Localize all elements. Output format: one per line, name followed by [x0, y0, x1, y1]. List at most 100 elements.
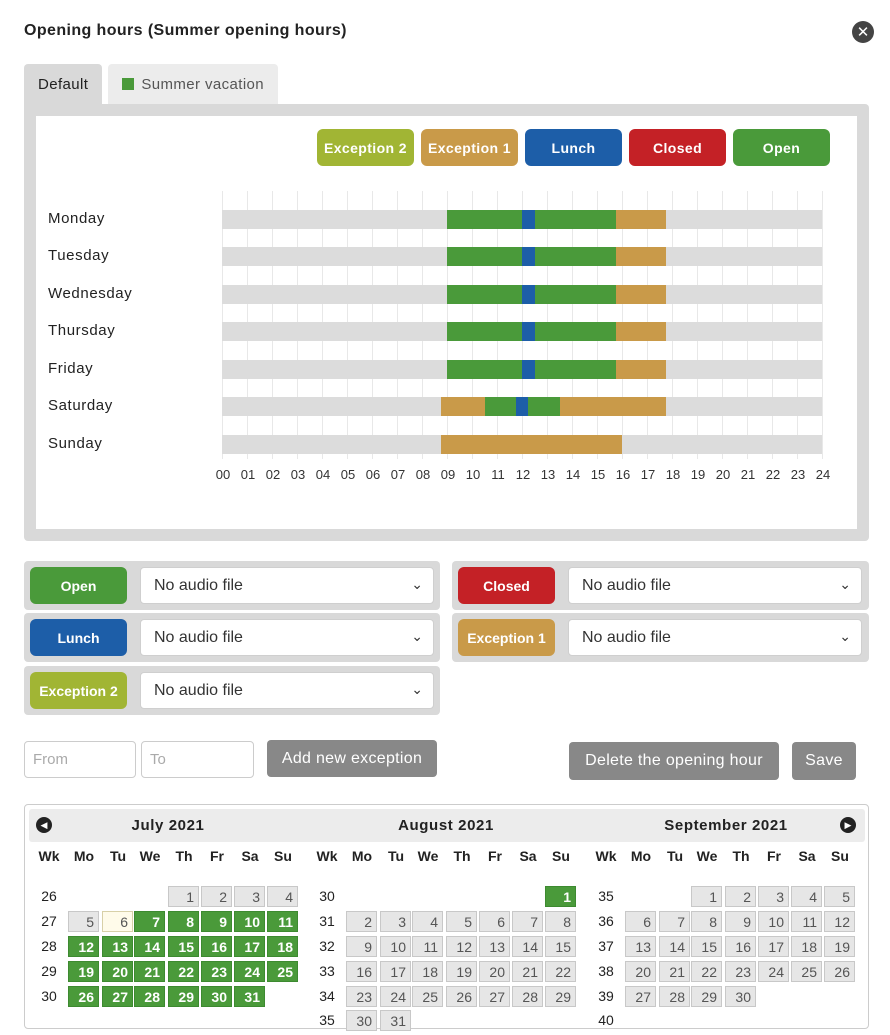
segment-lunch[interactable] [522, 247, 535, 266]
segment-open[interactable] [528, 397, 560, 416]
calendar-day[interactable]: 23 [201, 961, 232, 982]
calendar-day[interactable]: 25 [791, 961, 822, 982]
prev-month-icon[interactable]: ◀ [36, 817, 52, 833]
calendar-day[interactable]: 5 [68, 911, 99, 932]
calendar-day[interactable]: 29 [545, 986, 576, 1007]
calendar-day[interactable]: 28 [512, 986, 543, 1007]
tab-summer-vacation[interactable]: Summer vacation [108, 64, 279, 104]
segment-open[interactable] [447, 360, 522, 379]
audio-file-select[interactable]: No audio file ⌄ [568, 567, 862, 604]
calendar-day[interactable]: 4 [267, 886, 298, 907]
calendar-day[interactable]: 19 [824, 936, 855, 957]
legend-lunch-button[interactable]: Lunch [525, 129, 622, 166]
calendar-day[interactable]: 15 [691, 936, 722, 957]
calendar-day[interactable]: 26 [824, 961, 855, 982]
calendar-day[interactable]: 13 [625, 936, 656, 957]
segment-open[interactable] [534, 360, 616, 379]
calendar-day[interactable]: 8 [168, 911, 199, 932]
calendar-day[interactable]: 22 [691, 961, 722, 982]
calendar-day[interactable]: 17 [758, 936, 789, 957]
calendar-day[interactable]: 19 [446, 961, 477, 982]
calendar-day[interactable]: 31 [380, 1010, 411, 1031]
calendar-day[interactable]: 8 [545, 911, 576, 932]
calendar-day[interactable]: 24 [234, 961, 265, 982]
segment-open[interactable] [534, 285, 616, 304]
delete-opening-hour-button[interactable]: Delete the opening hour [569, 742, 779, 780]
calendar-day[interactable]: 5 [824, 886, 855, 907]
calendar-day[interactable]: 14 [512, 936, 543, 957]
calendar-day[interactable]: 17 [380, 961, 411, 982]
calendar-day[interactable]: 10 [234, 911, 265, 932]
calendar-day[interactable]: 22 [545, 961, 576, 982]
calendar-day[interactable]: 15 [545, 936, 576, 957]
calendar-day[interactable]: 3 [234, 886, 265, 907]
calendar-day[interactable]: 11 [267, 911, 298, 932]
calendar-day[interactable]: 11 [412, 936, 443, 957]
calendar-day[interactable]: 20 [102, 961, 133, 982]
calendar-day[interactable]: 23 [346, 986, 377, 1007]
calendar-day[interactable]: 3 [758, 886, 789, 907]
calendar-day[interactable]: 11 [791, 911, 822, 932]
calendar-day[interactable]: 7 [512, 911, 543, 932]
calendar-day[interactable]: 31 [234, 986, 265, 1007]
audio-file-select[interactable]: No audio file ⌄ [140, 567, 434, 604]
segment-exception1[interactable] [440, 435, 622, 454]
legend-open-button[interactable]: Open [733, 129, 830, 166]
calendar-day[interactable]: 24 [758, 961, 789, 982]
calendar-day[interactable]: 24 [380, 986, 411, 1007]
calendar-day[interactable]: 20 [479, 961, 510, 982]
add-exception-button[interactable]: Add new exception [267, 740, 437, 777]
calendar-day[interactable]: 16 [725, 936, 756, 957]
calendar-day[interactable]: 29 [691, 986, 722, 1007]
calendar-day[interactable]: 12 [446, 936, 477, 957]
calendar-day[interactable]: 12 [824, 911, 855, 932]
day-track-monday[interactable] [222, 210, 822, 229]
audio-tag-lunch[interactable]: Lunch [30, 619, 127, 656]
segment-lunch[interactable] [522, 285, 535, 304]
calendar-day[interactable]: 1 [545, 886, 576, 907]
calendar-day[interactable]: 20 [625, 961, 656, 982]
calendar-day[interactable]: 21 [512, 961, 543, 982]
day-track-friday[interactable] [222, 360, 822, 379]
calendar-day[interactable]: 17 [234, 936, 265, 957]
segment-lunch[interactable] [515, 397, 529, 416]
calendar-day[interactable]: 3 [380, 911, 411, 932]
audio-tag-open[interactable]: Open [30, 567, 127, 604]
next-month-icon[interactable]: ▶ [840, 817, 856, 833]
calendar-day[interactable]: 10 [380, 936, 411, 957]
calendar-day[interactable]: 28 [659, 986, 690, 1007]
segment-open[interactable] [447, 285, 522, 304]
segment-open[interactable] [447, 247, 522, 266]
segment-exception1[interactable] [559, 397, 666, 416]
calendar-day[interactable]: 15 [168, 936, 199, 957]
calendar-day[interactable]: 7 [134, 911, 165, 932]
calendar-day[interactable]: 2 [346, 911, 377, 932]
segment-open[interactable] [447, 322, 522, 341]
calendar-day[interactable]: 5 [446, 911, 477, 932]
segment-open[interactable] [534, 247, 616, 266]
day-track-sunday[interactable] [222, 435, 822, 454]
calendar-day[interactable]: 9 [201, 911, 232, 932]
calendar-day[interactable]: 6 [479, 911, 510, 932]
segment-open[interactable] [534, 322, 616, 341]
segment-exception1[interactable] [615, 322, 666, 341]
calendar-day[interactable]: 30 [201, 986, 232, 1007]
audio-tag-exception-2[interactable]: Exception 2 [30, 672, 127, 709]
calendar-day[interactable]: 14 [659, 936, 690, 957]
calendar-day[interactable]: 18 [267, 936, 298, 957]
calendar-day[interactable]: 29 [168, 986, 199, 1007]
calendar-day[interactable]: 27 [102, 986, 133, 1007]
calendar-day[interactable]: 30 [346, 1010, 377, 1031]
legend-closed-button[interactable]: Closed [629, 129, 726, 166]
calendar-day[interactable]: 25 [412, 986, 443, 1007]
calendar-day[interactable]: 4 [412, 911, 443, 932]
calendar-day[interactable]: 13 [102, 936, 133, 957]
day-track-thursday[interactable] [222, 322, 822, 341]
segment-exception1[interactable] [440, 397, 485, 416]
calendar-day[interactable]: 16 [346, 961, 377, 982]
audio-file-select[interactable]: No audio file ⌄ [140, 672, 434, 709]
calendar-day[interactable]: 6 [625, 911, 656, 932]
segment-open[interactable] [534, 210, 616, 229]
calendar-day[interactable]: 7 [659, 911, 690, 932]
legend-exception1-button[interactable]: Exception 1 [421, 129, 518, 166]
